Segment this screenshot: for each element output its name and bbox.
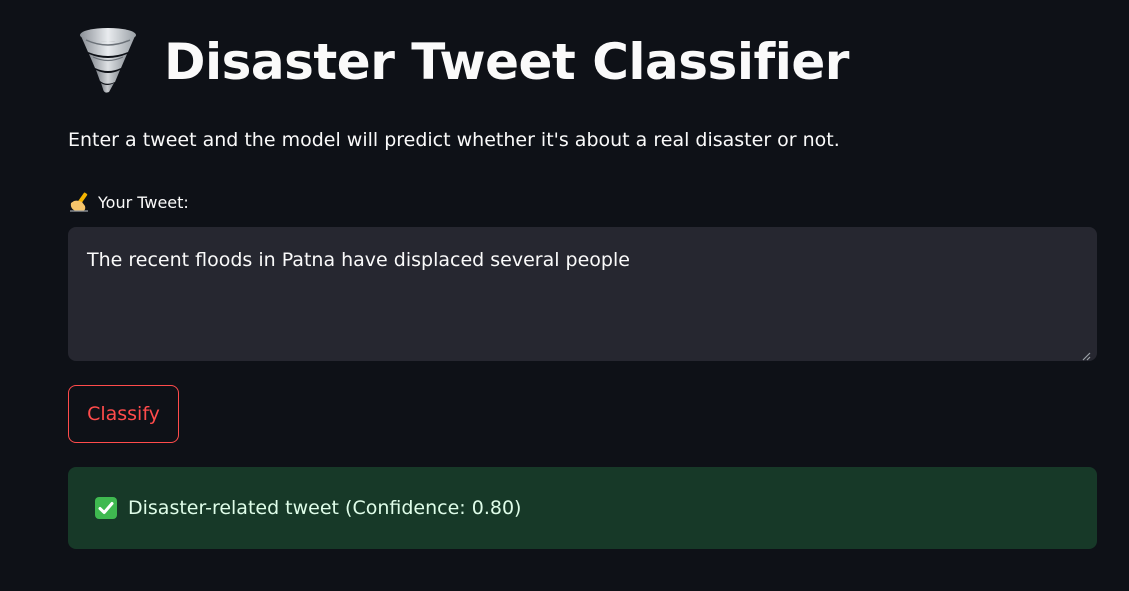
result-alert: Disaster-related tweet (Confidence: 0.80… [68,467,1097,549]
tweet-input-label-text: Your Tweet: [98,192,189,212]
tweet-input-label: Your Tweet: [68,191,189,213]
resize-handle-icon[interactable] [1081,346,1091,361]
page-title: Disaster Tweet Classifier [164,33,849,91]
check-mark-icon [94,496,118,520]
tweet-input-wrapper: The recent floods in Patna have displace… [68,227,1097,361]
tweet-input[interactable]: The recent floods in Patna have displace… [68,227,1097,361]
writing-hand-icon [68,191,90,213]
tornado-icon [76,26,140,98]
page-description: Enter a tweet and the model will predict… [68,129,840,151]
result-text: Disaster-related tweet (Confidence: 0.80… [128,497,522,519]
classify-button[interactable]: Classify [68,385,179,443]
page-header: Disaster Tweet Classifier [76,22,849,102]
